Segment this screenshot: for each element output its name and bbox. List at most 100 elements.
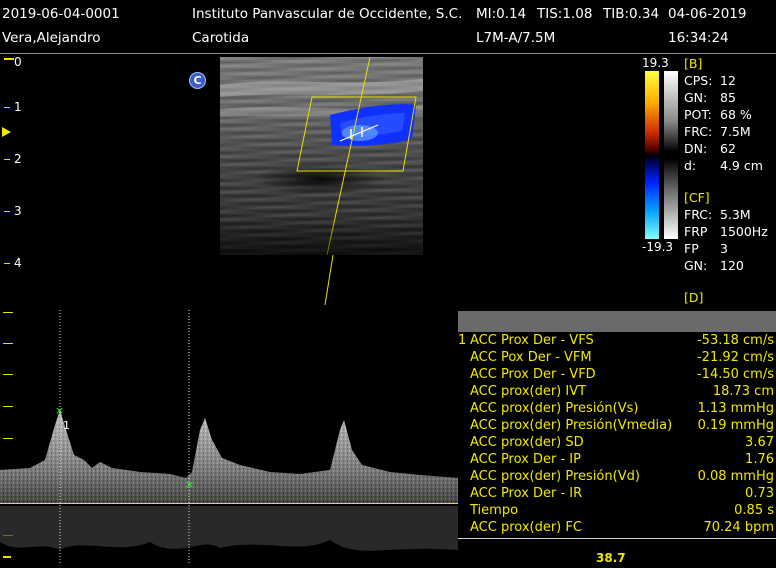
focus-marker-icon[interactable] <box>2 127 11 137</box>
param-value: 1500Hz <box>720 224 768 239</box>
depth-tick <box>4 211 10 212</box>
spectral-baseline <box>0 503 458 504</box>
cf-param-row: FRP 1500Hz <box>684 224 768 239</box>
exam-date: 04-06-2019 <box>668 6 747 22</box>
tissue-band <box>220 79 423 97</box>
param-key: FRP <box>684 224 708 239</box>
depth-tick <box>4 263 10 264</box>
measurement-value: 0.85 s <box>734 503 774 518</box>
measurement-row[interactable]: ACC Pox Der - VFM -21.92 cm/s <box>458 350 776 367</box>
measurement-table-header <box>458 311 776 332</box>
measurement-row[interactable]: ACC prox(der) FC 70.24 bpm <box>458 520 776 537</box>
peak-marker-label: 1 <box>63 419 70 432</box>
param-value: 120 <box>720 258 744 273</box>
gray-scale-bar <box>664 71 678 239</box>
measurement-table-divider <box>458 538 776 539</box>
study-id: 2019-06-04-0001 <box>2 6 120 22</box>
measurement-value: 1.13 mmHg <box>697 401 774 416</box>
b-param-row: FRC: 7.5M <box>684 124 751 139</box>
measurement-value: 0.73 <box>745 486 774 501</box>
color-bar-max: 19.3 <box>642 56 669 70</box>
measurement-label: ACC Prox Der - VFD <box>470 367 596 382</box>
param-key: FRC: <box>684 124 713 139</box>
measurement-label: ACC Prox Der - VFS <box>470 333 594 348</box>
measurement-label: ACC prox(der) Presión(Vmedia) <box>470 418 673 433</box>
measurement-row[interactable]: Tiempo 0.85 s <box>458 503 776 520</box>
color-mode-icon[interactable]: C <box>189 72 206 89</box>
measurement-label: ACC prox(der) FC <box>470 520 582 535</box>
measurement-value: 0.08 mmHg <box>697 469 774 484</box>
spectral-mirror <box>0 506 458 551</box>
depth-label: 3 <box>14 204 22 218</box>
end-diastole-marker-icon: × <box>185 478 194 491</box>
measurement-label: ACC Prox Der - IP <box>470 452 581 467</box>
mi-value: MI:0.14 <box>476 6 527 22</box>
sweep-speed-label: 38.7 <box>596 551 626 565</box>
param-value: 68 % <box>720 107 752 122</box>
tib-value: TIB:0.34 <box>603 6 660 22</box>
depth-tick <box>4 107 10 108</box>
b-params-title: [B] <box>684 56 703 71</box>
measurement-row[interactable]: ACC prox(der) Presión(Vd) 0.08 mmHg <box>458 469 776 486</box>
b-param-row: CPS: 12 <box>684 73 736 88</box>
color-velocity-bar <box>645 71 659 239</box>
b-param-row: POT: 68 % <box>684 107 752 122</box>
depth-label: 2 <box>14 152 22 166</box>
param-value: 7.5M <box>720 124 751 139</box>
param-value: 3 <box>720 241 728 256</box>
measurement-index: 1 <box>458 333 467 348</box>
color-bar-min: -19.3 <box>642 240 674 254</box>
param-key: DN: <box>684 141 708 156</box>
param-value: 5.3M <box>720 207 751 222</box>
b-param-row: d: 4.9 cm <box>684 158 763 173</box>
tis-value: TIS:1.08 <box>537 6 593 22</box>
measurement-row[interactable]: ACC Prox Der - IP 1.76 <box>458 452 776 469</box>
measurement-row[interactable]: ACC Prox Der - IR 0.73 <box>458 486 776 503</box>
depth-label: 4 <box>14 256 22 270</box>
param-key: GN: <box>684 90 708 105</box>
institution-name: Instituto Panvascular de Occidente, S.C. <box>192 6 463 22</box>
cf-param-row: GN: 120 <box>684 258 744 273</box>
measurement-value: 3.67 <box>745 435 774 450</box>
depth-label: 1 <box>14 100 22 114</box>
bmode-image[interactable] <box>220 57 423 255</box>
param-key: d: <box>684 158 697 173</box>
spectral-doppler-display[interactable]: × × 1 <box>0 310 458 565</box>
d-params-title: [D] <box>684 290 704 305</box>
measurement-value: -21.92 cm/s <box>696 350 774 365</box>
cf-params-title: [CF] <box>684 190 710 205</box>
param-key: CPS: <box>684 73 713 88</box>
patient-name: Vera,Alejandro <box>2 30 101 46</box>
b-param-row: GN: 85 <box>684 90 736 105</box>
measurement-value: -53.18 cm/s <box>696 333 774 348</box>
cf-param-row: FP 3 <box>684 241 728 256</box>
scale-end-mark <box>3 556 11 558</box>
measurement-row[interactable]: ACC prox(der) Presión(Vmedia) 0.19 mmHg <box>458 418 776 435</box>
depth-tick <box>4 58 14 60</box>
measurement-value: -14.50 cm/s <box>696 367 774 382</box>
measurement-value: 70.24 bpm <box>703 520 774 535</box>
probe-info: L7M-A/7.5M <box>476 30 556 46</box>
measurement-row[interactable]: ACC prox(der) SD 3.67 <box>458 435 776 452</box>
measurement-label: ACC prox(der) Presión(Vd) <box>470 469 640 484</box>
measurement-label: Tiempo <box>470 503 519 518</box>
measurement-row[interactable]: ACC Prox Der - VFD -14.50 cm/s <box>458 367 776 384</box>
measurement-row[interactable]: ACC prox(der) Presión(Vs) 1.13 mmHg <box>458 401 776 418</box>
depth-label: 0 <box>14 55 22 69</box>
bmode-fade <box>220 215 423 255</box>
doppler-cursor-extension <box>324 254 334 306</box>
measurement-value: 1.76 <box>745 452 774 467</box>
measurement-label: ACC prox(der) SD <box>470 435 584 450</box>
measurement-row[interactable]: 1 ACC Prox Der - VFS -53.18 cm/s <box>458 333 776 350</box>
measurement-label: ACC prox(der) IVT <box>470 384 587 399</box>
param-value: 85 <box>720 90 736 105</box>
param-value: 12 <box>720 73 736 88</box>
param-value: 62 <box>720 141 736 156</box>
param-key: GN: <box>684 258 708 273</box>
measurement-label: ACC Pox Der - VFM <box>470 350 592 365</box>
depth-tick <box>4 159 10 160</box>
exam-type: Carotida <box>192 30 250 46</box>
cf-param-row: FRC: 5.3M <box>684 207 751 222</box>
measurement-row[interactable]: ACC prox(der) IVT 18.73 cm <box>458 384 776 401</box>
peak-marker-icon: × <box>55 404 64 417</box>
